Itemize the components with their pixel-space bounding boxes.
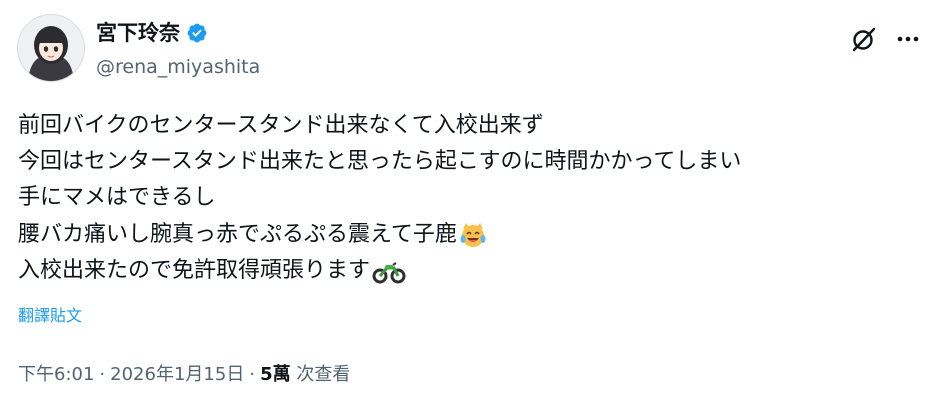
tweet-text: 前回バイクのセンタースタンド出来なくて入校出来ず 今回はセンタースタンド出来たと… bbox=[18, 108, 933, 289]
tweet-line-5: 入校出来たので免許取得頑張ります bbox=[18, 253, 933, 289]
tweet-line-1: 前回バイクのセンタースタンド出来なくて入校出来ず bbox=[18, 108, 933, 144]
tweet-line-4: 腰バカ痛いし腕真っ赤でぷるぷる震えて子鹿 bbox=[18, 217, 933, 253]
meta-separator: · bbox=[99, 364, 106, 385]
tweet-time[interactable]: 下午6:01 bbox=[18, 364, 94, 385]
tweet-line-2: 今回はセンタースタンド出来たと思ったら起こすのに時間かかってしまい bbox=[18, 144, 933, 180]
motorcycle-emoji-icon bbox=[372, 262, 406, 284]
tweet-line-2-text: 今回はセンタースタンド出来たと思ったら起こすのに時間かかってしまい bbox=[18, 149, 742, 175]
views-label: 次查看 bbox=[296, 364, 351, 385]
tweet-meta: 下午6:01 · 2026年1月15日 · 5萬 次查看 bbox=[18, 362, 350, 388]
meta-separator-2: · bbox=[249, 364, 256, 385]
tweet-line-3: 手にマメはできるし bbox=[18, 180, 933, 216]
tweet-date[interactable]: 2026年1月15日 bbox=[110, 364, 244, 385]
laughing-cat-emoji-icon bbox=[460, 222, 486, 247]
tweet-line-4-text: 腰バカ痛いし腕真っ赤でぷるぷる震えて子鹿 bbox=[18, 221, 457, 247]
author-display-name[interactable]: 宮下玲奈 bbox=[96, 19, 208, 47]
tweet-line-3-text: 手にマメはできるし bbox=[18, 185, 216, 211]
grok-icon[interactable] bbox=[849, 24, 879, 54]
author-handle[interactable]: @rena_miyashita bbox=[96, 55, 260, 79]
avatar[interactable] bbox=[17, 14, 85, 82]
views-count[interactable]: 5萬 bbox=[260, 364, 291, 385]
translate-post-link[interactable]: 翻譯貼文 bbox=[18, 305, 82, 327]
tweet-line-5-text: 入校出来たので免許取得頑張ります bbox=[18, 257, 371, 283]
avatar-illustration-icon bbox=[18, 15, 84, 81]
more-icon[interactable] bbox=[893, 24, 923, 54]
author-name-text[interactable]: 宮下玲奈 bbox=[96, 19, 180, 47]
tweet-line-1-text: 前回バイクのセンタースタンド出来なくて入校出来ず bbox=[18, 113, 544, 138]
verified-badge-icon bbox=[187, 23, 207, 43]
tweet-card: 宮下玲奈 @rena_miyashita 前回バイクのセンタースタンド出来なくて… bbox=[0, 0, 941, 402]
